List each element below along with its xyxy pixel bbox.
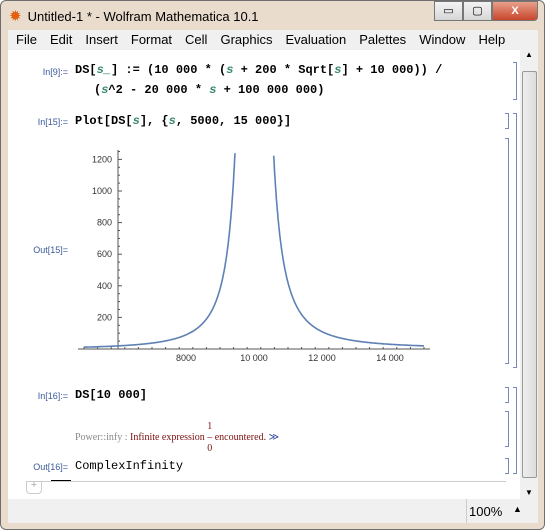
x-tick-label: 12 000	[308, 353, 336, 363]
title-bar: ✹ Untitled-1 * - Wolfram Mathematica 10.…	[9, 7, 259, 25]
cell-bracket[interactable]	[505, 387, 509, 403]
menu-format[interactable]: Format	[123, 30, 177, 50]
status-bar: 100% ▲	[8, 499, 538, 523]
close-button[interactable]: X	[492, 1, 538, 21]
menu-file[interactable]: File	[8, 30, 42, 50]
power-infy-message: Power::infy : Infinite expression 1–0 en…	[75, 421, 280, 454]
in16-label: In[16]:=	[37, 391, 68, 401]
x-tick-label: 14 000	[376, 353, 404, 363]
menu-edit[interactable]: Edit	[42, 30, 77, 50]
y-tick-label: 200	[97, 312, 112, 322]
window-title: Untitled-1 * - Wolfram Mathematica 10.1	[27, 8, 259, 24]
zoom-menu-icon[interactable]: ▲	[513, 504, 522, 514]
mathematica-logo-icon: ✹	[9, 8, 22, 25]
y-tick-label: 800	[97, 218, 112, 228]
x-tick-label: 8000	[176, 353, 196, 363]
mathematica-window: ✹ Untitled-1 * - Wolfram Mathematica 10.…	[0, 0, 545, 530]
cell-insertion-line[interactable]	[26, 481, 506, 482]
curve-right-branch	[272, 155, 424, 347]
zoom-level[interactable]: 100%	[469, 504, 502, 519]
message-link[interactable]: ≫	[269, 432, 279, 443]
out16-value: ComplexInfinity	[75, 459, 184, 473]
y-tick-label: 1000	[92, 186, 112, 196]
menu-cell[interactable]: Cell	[177, 30, 212, 50]
cursor	[51, 480, 71, 481]
menu-insert[interactable]: Insert	[77, 30, 123, 50]
y-tick-label: 1200	[92, 154, 112, 164]
y-tick-label: 400	[97, 281, 112, 291]
scroll-down-icon[interactable]: ▼	[520, 488, 538, 497]
maximize-button[interactable]: ▢	[463, 1, 492, 21]
scroll-thumb[interactable]	[522, 71, 537, 478]
group-bracket[interactable]	[513, 387, 517, 474]
menu-evaluation[interactable]: Evaluation	[277, 30, 351, 50]
vertical-scrollbar[interactable]: ▲ ▼	[520, 50, 538, 499]
y-tick-label: 600	[97, 249, 112, 259]
plot[interactable]: 8000 10 000 12 000 14 000 200 400 600 800 1000 12…	[8, 50, 520, 370]
minimize-button[interactable]: ▭	[434, 1, 463, 21]
menu-graphics[interactable]: Graphics	[212, 30, 277, 50]
out16-label: Out[16]=	[33, 462, 68, 472]
cell-bracket[interactable]	[505, 458, 509, 474]
cell-bracket[interactable]	[505, 411, 509, 447]
x-tick-label: 10 000	[240, 353, 268, 363]
menu-palettes[interactable]: Palettes	[351, 30, 411, 50]
menu-bar: File Edit Insert Format Cell Graphics Evaluati…	[8, 30, 538, 50]
scroll-up-icon[interactable]: ▲	[520, 50, 538, 59]
menu-window[interactable]: Window	[411, 30, 470, 50]
notebook[interactable]: In[9]:= DS[s_] := (10 000 * (s + 200 * S…	[8, 50, 520, 499]
menu-help[interactable]: Help	[470, 30, 510, 50]
in16-code[interactable]: DS[10 000]	[75, 388, 147, 402]
add-cell-icon[interactable]: +	[26, 480, 42, 494]
